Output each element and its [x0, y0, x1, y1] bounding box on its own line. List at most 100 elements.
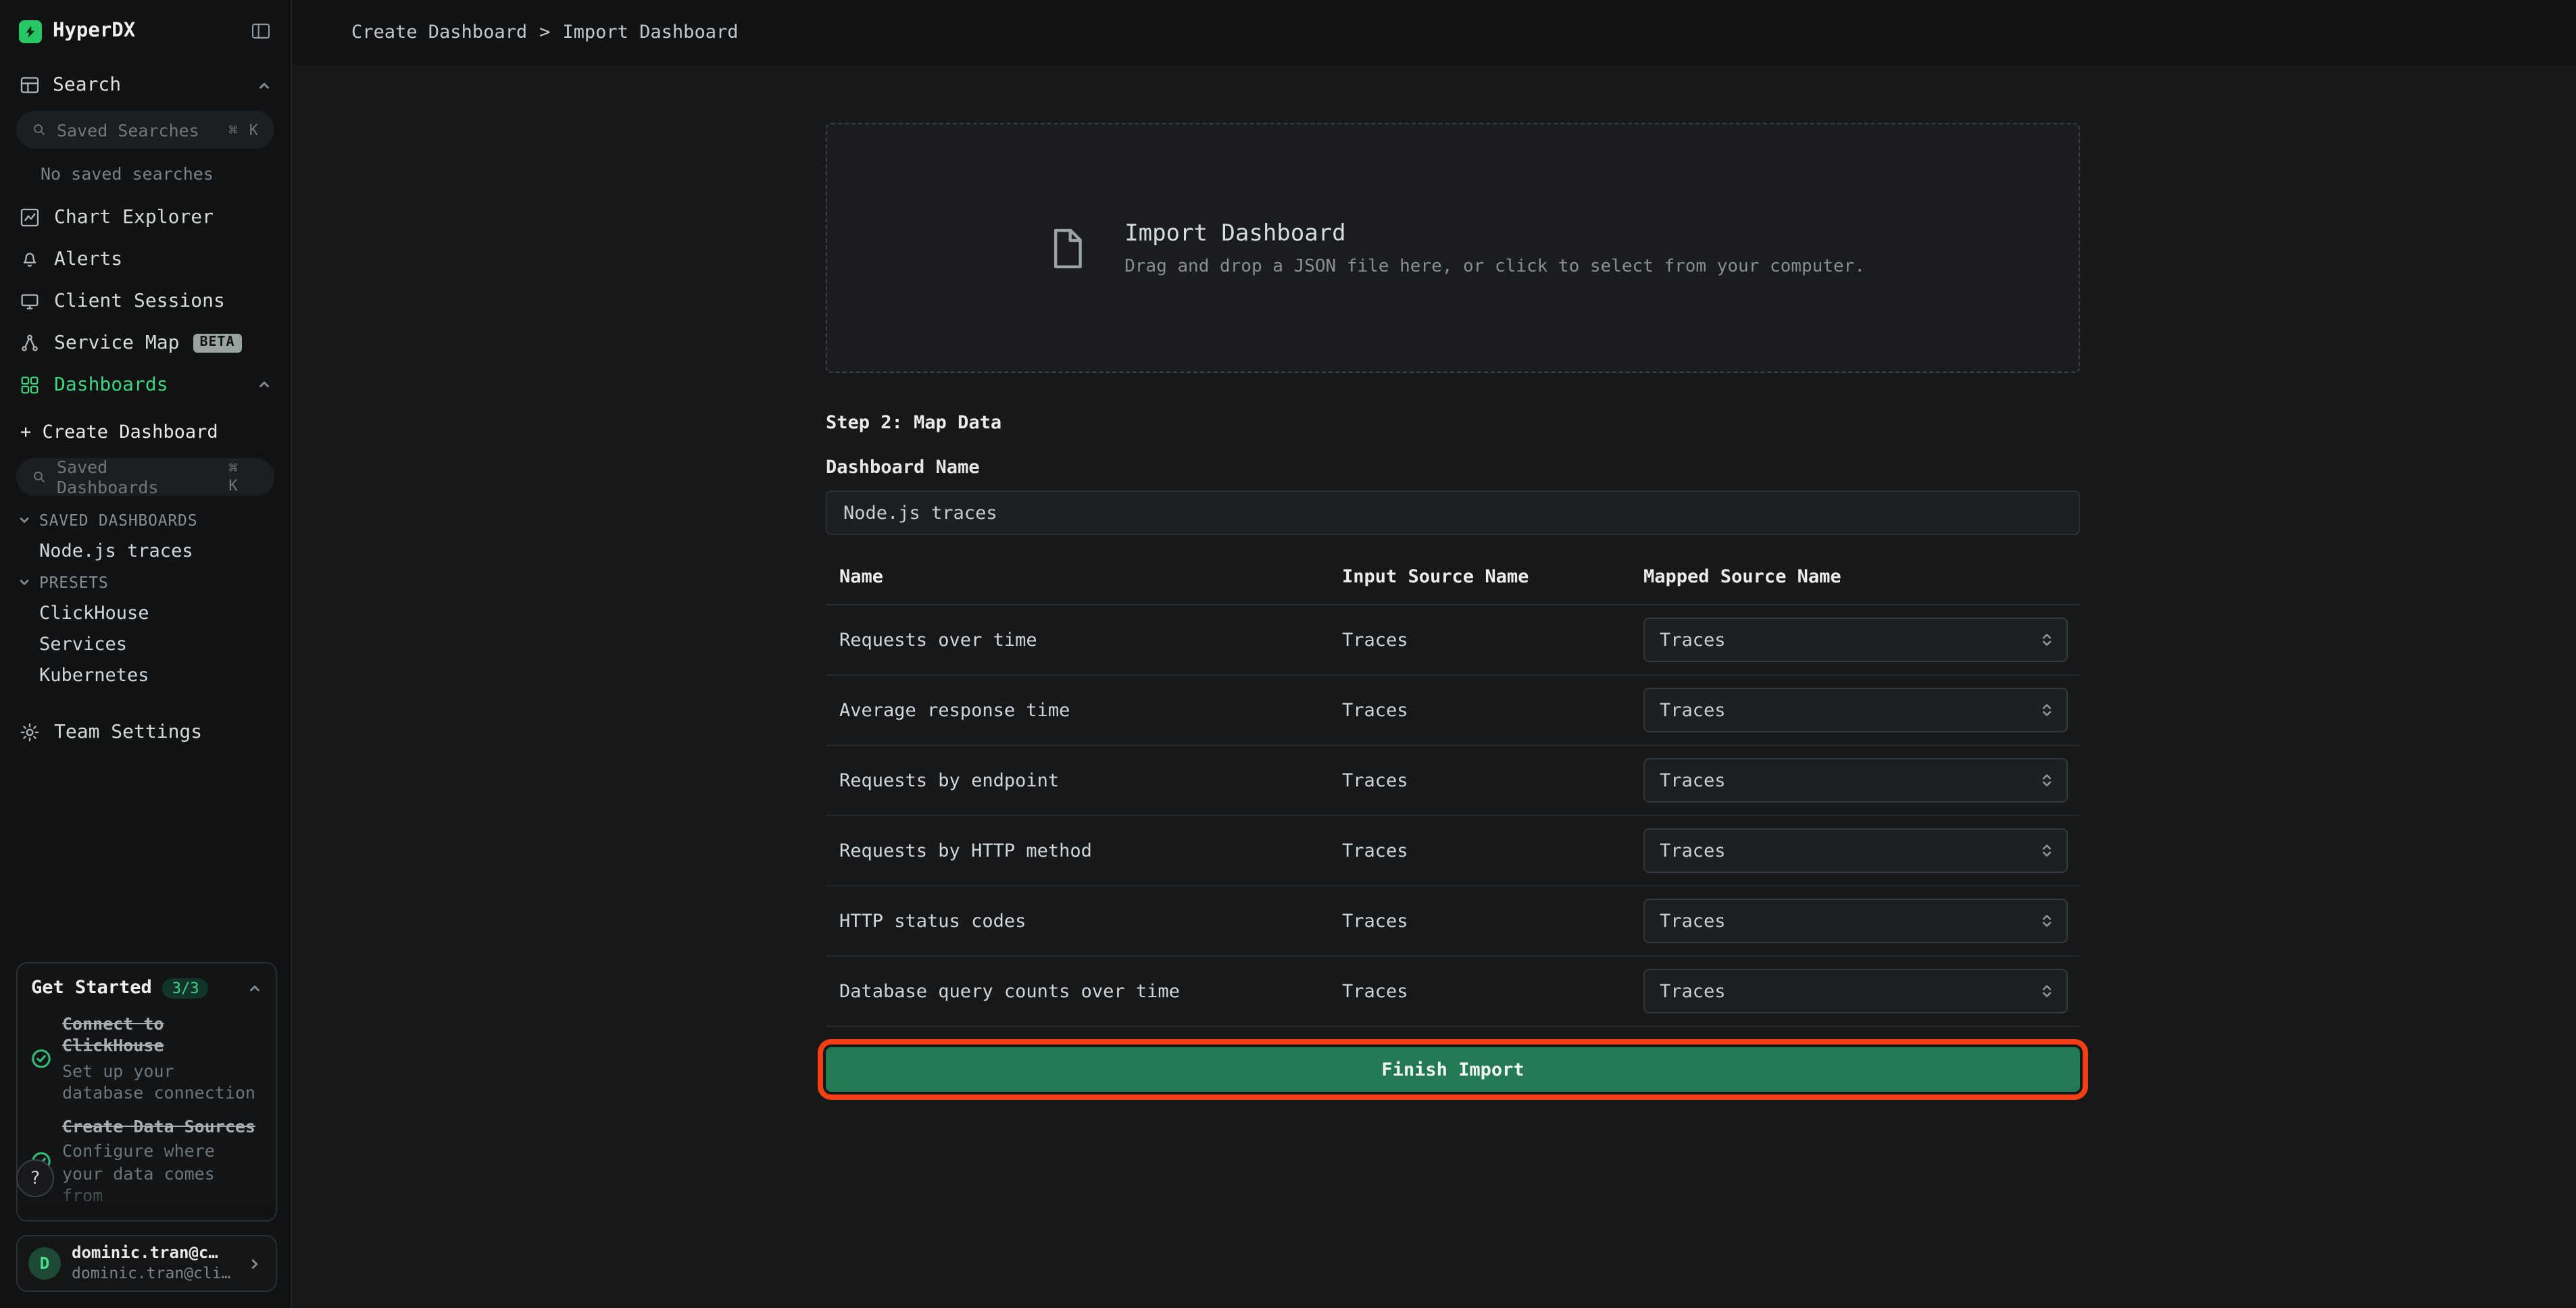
tree-item-label: ClickHouse	[39, 602, 149, 624]
column-header-mapped-source: Mapped Source Name	[1643, 566, 2080, 588]
app-name: HyperDX	[53, 20, 135, 42]
saved-dashboard-nodejs-traces[interactable]: Node.js traces	[0, 535, 291, 566]
avatar: D	[28, 1247, 61, 1280]
mapped-source-select[interactable]: Traces	[1643, 688, 2068, 732]
dropzone-title: Import Dashboard	[1124, 220, 1865, 247]
get-started-item-description: Set up your database connection	[62, 1060, 262, 1104]
search-section-chevron-up-icon	[257, 78, 272, 93]
get-started-item-sources[interactable]: Create Data Sources Configure where your…	[18, 1112, 276, 1215]
app-logo[interactable]: HyperDX	[19, 20, 135, 43]
row-input-source: Traces	[1342, 980, 1643, 1002]
table-row: HTTP status codes Traces Traces	[826, 886, 2080, 957]
dashboard-name-input[interactable]	[826, 490, 2080, 535]
dashboard-name-label: Dashboard Name	[826, 457, 2080, 478]
get-started-card: Get Started 3/3 Connect to ClickHouse Se…	[16, 962, 277, 1222]
chevron-right-icon	[247, 1256, 262, 1271]
saved-dashboards-section-label: SAVED DASHBOARDS	[39, 510, 197, 529]
row-input-source: Traces	[1342, 910, 1643, 932]
check-circle-icon	[31, 1049, 51, 1069]
import-dropzone[interactable]: Import Dashboard Drag and drop a JSON fi…	[826, 123, 2080, 373]
sidebar-item-service-map[interactable]: Service Map BETA	[0, 322, 291, 363]
chevron-down-icon	[18, 513, 31, 526]
dropzone-subtitle: Drag and drop a JSON file here, or click…	[1124, 256, 1865, 276]
gear-icon	[19, 722, 41, 743]
mapped-source-select[interactable]: Traces	[1643, 899, 2068, 943]
user-name: dominic.tran@c…	[72, 1244, 230, 1265]
sidebar-item-alerts[interactable]: Alerts	[0, 238, 291, 280]
column-header-name: Name	[839, 566, 1342, 588]
main-area: Create Dashboard > Import Dashboard Impo…	[292, 0, 2576, 1308]
selector-chevrons-icon	[2038, 701, 2056, 719]
get-started-header[interactable]: Get Started 3/3	[18, 963, 276, 1009]
breadcrumb: Create Dashboard > Import Dashboard	[292, 0, 2576, 65]
search-icon	[31, 122, 47, 138]
import-panel: Import Dashboard Drag and drop a JSON fi…	[826, 123, 2080, 1092]
saved-dashboards-placeholder: Saved Dashboards	[57, 457, 219, 497]
dashboards-chevron-up-icon	[257, 377, 272, 392]
row-input-source: Traces	[1342, 770, 1643, 791]
mapped-source-select[interactable]: Traces	[1643, 828, 2068, 873]
create-dashboard-label: + Create Dashboard	[20, 422, 218, 443]
column-header-input-source: Input Source Name	[1342, 566, 1643, 588]
row-name: HTTP status codes	[839, 910, 1342, 932]
sidebar-item-team-settings[interactable]: Team Settings	[0, 709, 291, 755]
breadcrumb-separator: >	[539, 22, 550, 43]
tree-item-label: Services	[39, 633, 127, 655]
search-section-label: Search	[53, 74, 121, 96]
saved-searches-input[interactable]: Saved Searches ⌘ K	[16, 111, 274, 149]
sidebar-item-label: Client Sessions	[54, 290, 225, 311]
question-mark-icon: ?	[30, 1168, 41, 1188]
tree-item-label: Kubernetes	[39, 664, 149, 686]
table-row: Database query counts over time Traces T…	[826, 957, 2080, 1027]
selector-chevrons-icon	[2038, 631, 2056, 649]
selected-value: Traces	[1660, 980, 1726, 1002]
preset-services[interactable]: Services	[0, 628, 291, 659]
tree-item-label: Node.js traces	[39, 540, 193, 561]
row-input-source: Traces	[1342, 840, 1643, 861]
preset-kubernetes[interactable]: Kubernetes	[0, 659, 291, 690]
selected-value: Traces	[1660, 770, 1726, 791]
saved-dashboards-section-toggle[interactable]: SAVED DASHBOARDS	[0, 504, 291, 535]
sidebar-collapse-icon[interactable]	[250, 20, 272, 42]
sidebar-item-dashboards[interactable]: Dashboards	[0, 363, 291, 405]
sidebar-item-label: Alerts	[54, 248, 122, 270]
hyperdx-logo-icon	[19, 20, 42, 43]
row-name: Average response time	[839, 699, 1342, 721]
saved-dashboards-shortcut: ⌘ K	[228, 459, 259, 495]
breadcrumb-create-dashboard[interactable]: Create Dashboard	[351, 22, 527, 43]
bell-icon	[19, 248, 41, 270]
get-started-item-title: Create Data Sources	[62, 1116, 262, 1138]
monitor-icon	[19, 290, 41, 311]
get-started-item-description: Configure where your data comes from	[62, 1141, 262, 1207]
finish-import-button[interactable]: Finish Import	[826, 1047, 2080, 1092]
sidebar-section-search[interactable]: Search	[0, 62, 291, 108]
sidebar-item-client-sessions[interactable]: Client Sessions	[0, 280, 291, 322]
user-menu[interactable]: D dominic.tran@c… dominic.tran@cli…	[16, 1235, 277, 1292]
sidebar: HyperDX Search Saved Searches ⌘ K No sav…	[0, 0, 292, 1308]
mapped-source-select[interactable]: Traces	[1643, 969, 2068, 1013]
get-started-item-connect[interactable]: Connect to ClickHouse Set up your databa…	[18, 1009, 276, 1112]
chart-explorer-icon	[19, 206, 41, 228]
user-email: dominic.tran@cli…	[72, 1265, 230, 1284]
logo-row: HyperDX	[0, 0, 291, 62]
saved-dashboards-input[interactable]: Saved Dashboards ⌘ K	[16, 458, 274, 496]
presets-section-toggle[interactable]: PRESETS	[0, 566, 291, 597]
file-icon	[1041, 222, 1092, 274]
saved-searches-placeholder: Saved Searches	[57, 120, 199, 140]
get-started-item-title: Connect to ClickHouse	[62, 1013, 262, 1057]
breadcrumb-import-dashboard[interactable]: Import Dashboard	[562, 22, 738, 43]
create-dashboard-button[interactable]: + Create Dashboard	[0, 409, 291, 455]
table-row: Requests by HTTP method Traces Traces	[826, 816, 2080, 886]
sidebar-item-label: Chart Explorer	[54, 206, 214, 228]
mapped-source-select[interactable]: Traces	[1643, 758, 2068, 803]
mapped-source-select[interactable]: Traces	[1643, 618, 2068, 662]
sidebar-item-label: Service Map	[54, 332, 179, 353]
get-started-chevron-up-icon	[247, 980, 262, 995]
saved-searches-shortcut: ⌘ K	[228, 121, 259, 139]
selected-value: Traces	[1660, 699, 1726, 721]
row-name: Requests by HTTP method	[839, 840, 1342, 861]
sidebar-item-chart-explorer[interactable]: Chart Explorer	[0, 196, 291, 238]
preset-clickhouse[interactable]: ClickHouse	[0, 597, 291, 628]
help-button[interactable]: ?	[16, 1159, 54, 1197]
chevron-down-icon	[18, 575, 31, 588]
